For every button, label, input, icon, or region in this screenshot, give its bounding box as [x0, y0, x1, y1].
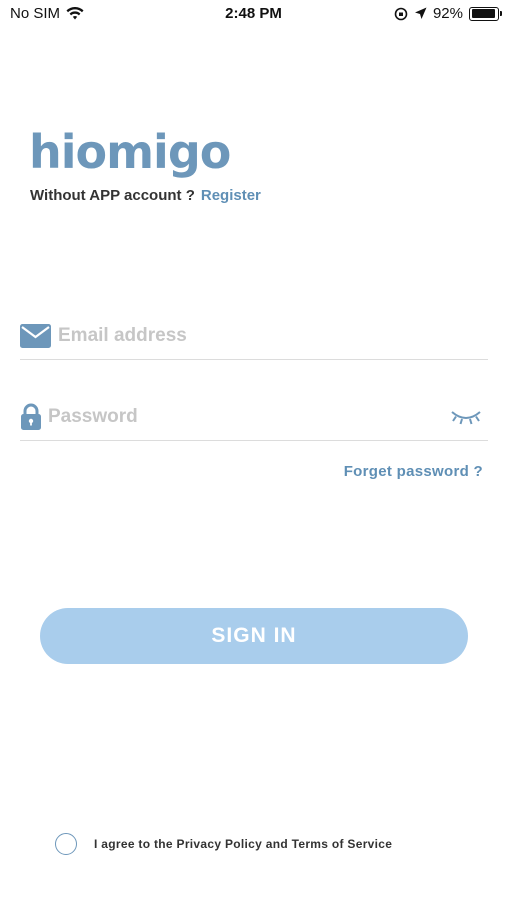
brand-logo: hiomigo	[29, 125, 231, 179]
register-link[interactable]: Register	[201, 187, 261, 204]
register-prompt: Without APP account ?	[30, 187, 195, 204]
battery-percent: 92%	[432, 5, 463, 22]
email-field	[20, 312, 488, 360]
agreement-row: I agree to the Privacy Policy and Terms …	[55, 833, 392, 855]
status-bar: No SIM 2:48 PM 92%	[0, 0, 507, 30]
battery-fill	[471, 9, 495, 18]
agree-radio-button[interactable]	[55, 833, 77, 855]
battery-icon	[469, 6, 502, 21]
eye-closed-icon[interactable]	[450, 407, 482, 427]
sign-in-button[interactable]: SIGN IN	[40, 608, 468, 664]
status-right: 92%	[394, 5, 502, 22]
password-input[interactable]	[48, 396, 450, 437]
password-field	[20, 393, 488, 441]
forget-password-link[interactable]: Forget password ?	[344, 463, 483, 480]
lock-icon	[21, 403, 41, 430]
agreement-text: I agree to the Privacy Policy and Terms …	[94, 837, 393, 851]
location-arrow-icon	[414, 7, 427, 19]
mail-icon	[20, 323, 51, 348]
register-prompt-line: Without APP account ? Register	[30, 187, 261, 204]
orientation-lock-icon	[394, 7, 408, 20]
email-input[interactable]	[58, 315, 488, 356]
